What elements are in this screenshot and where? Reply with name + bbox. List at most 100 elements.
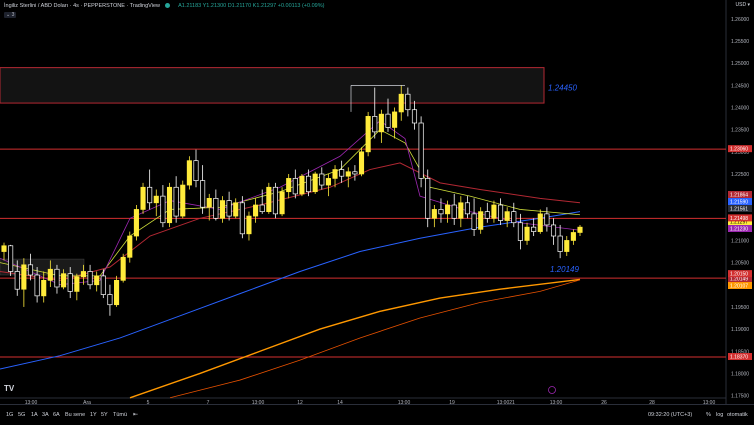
price-badge-label: 1.21561	[730, 207, 748, 213]
clock-timezone[interactable]: 09:32:20 (UTC+3)	[648, 412, 692, 418]
candle-body	[531, 226, 537, 232]
level-badge-label: 1.20150	[730, 272, 748, 278]
chart-legend: İngiliz Sterlini / ABD Doları · 4s · PEP…	[4, 3, 324, 9]
level-badge-label: 1.23060	[730, 147, 748, 153]
candle-body	[200, 180, 206, 208]
y-tick-label: 1.24000	[731, 106, 749, 112]
log-toggle[interactable]: log	[716, 412, 723, 418]
candle-body	[133, 209, 139, 237]
candle-body	[233, 202, 239, 217]
candle-body	[67, 273, 73, 292]
candle-body	[378, 113, 384, 133]
ma-orange2-line	[169, 279, 581, 399]
candle-body	[147, 186, 153, 204]
candle-body	[306, 175, 312, 193]
timeframe-3m[interactable]: 3A	[42, 412, 49, 418]
timeframe-ytd[interactable]: Bu sene	[65, 412, 85, 418]
zone-label: 1.24450	[548, 84, 577, 93]
candle-body	[27, 264, 34, 276]
timeframe-1m[interactable]: 1A	[31, 412, 38, 418]
candle-body	[418, 122, 424, 179]
price-badge-label: 1.21590	[730, 200, 748, 206]
level-badge-label: 1.18370	[730, 355, 748, 361]
candle-body	[345, 171, 351, 177]
price-badge-label: 1.21230	[730, 227, 748, 233]
bottom-toolbar: 1G 5G 1A 3A 6A Bu sene 1Y 5Y Tümü ⇤ 09:3…	[0, 404, 754, 425]
candle-body	[1, 245, 7, 252]
timeframe-5d[interactable]: 5G	[18, 412, 25, 418]
candle-body	[425, 178, 431, 219]
level-badge-label: 1.21498	[730, 216, 748, 222]
y-tick-label: 1.20500	[731, 261, 749, 267]
candle-body	[34, 274, 40, 297]
candle-body	[8, 245, 14, 272]
candle-body	[74, 276, 80, 292]
time-marker-icon	[548, 386, 556, 394]
candle-body	[61, 273, 67, 288]
timeframe-1d[interactable]: 1G	[6, 412, 13, 418]
resistance-zone	[0, 67, 545, 104]
candle-body	[14, 271, 20, 290]
candle-body	[511, 211, 517, 224]
candle-body	[478, 211, 484, 230]
candle-body	[140, 186, 146, 210]
candle-body	[186, 160, 192, 186]
y-tick-label: 1.26000	[731, 17, 749, 23]
y-tick-label: 1.19500	[731, 305, 749, 311]
candle-body	[153, 195, 159, 204]
currency-selector[interactable]: USD ▾	[736, 2, 750, 8]
candle-body	[193, 160, 199, 181]
candle-body	[385, 113, 391, 128]
candle-body	[100, 275, 106, 295]
indicator-collapse-button[interactable]: ⌄ 3	[4, 12, 17, 18]
y-tick-label: 1.21000	[731, 238, 749, 244]
tradingview-logo[interactable]: TV	[4, 384, 14, 393]
price-chart[interactable]: 1.26000 1.25500 1.25000 1.24500 1.24000 1.235…	[0, 0, 754, 424]
candle-body	[352, 171, 358, 175]
candle-body	[577, 226, 583, 233]
candle-body	[498, 204, 504, 221]
candle-body	[550, 224, 557, 237]
candle-body	[332, 169, 338, 179]
candle-body	[47, 268, 53, 281]
ohlc-values: A1.21183 Y1.21300 D1.21170 K1.21297 +0.0…	[178, 3, 325, 9]
candle-body	[312, 173, 318, 193]
candle-body	[173, 186, 179, 217]
timeframe-6m[interactable]: 6A	[53, 412, 60, 418]
timeframe-all[interactable]: Tümü	[113, 412, 127, 418]
ma-orange-line	[129, 278, 581, 399]
indicator-count: 3	[11, 12, 15, 18]
candle-body	[537, 213, 543, 232]
ma-yellow-line	[0, 129, 581, 277]
candle-body	[226, 200, 232, 217]
candle-body	[259, 204, 265, 212]
timeframe-1y[interactable]: 1Y	[90, 412, 97, 418]
candle-body	[544, 213, 550, 226]
candle-body	[299, 175, 305, 195]
candle-body	[160, 195, 166, 224]
candle-body	[114, 279, 120, 306]
candle-body	[127, 235, 133, 258]
y-tick-label: 1.25500	[731, 39, 749, 45]
auto-scale-toggle[interactable]: otomatik	[727, 412, 748, 418]
candle-body	[491, 204, 497, 219]
candle-body	[445, 204, 451, 215]
candle-body	[246, 215, 252, 235]
date-range-icon[interactable]: ⇤	[133, 411, 138, 418]
timeframe-5y[interactable]: 5Y	[101, 412, 108, 418]
percent-toggle[interactable]: %	[706, 412, 711, 418]
candle-body	[517, 222, 523, 241]
candle-body	[471, 213, 477, 230]
candle-body	[87, 271, 93, 286]
candle-body	[438, 209, 444, 215]
candle-body	[398, 93, 404, 113]
candle-body	[431, 209, 437, 219]
symbol-title[interactable]: İngiliz Sterlini / ABD Doları · 4s · PEP…	[4, 3, 160, 9]
candle-body	[206, 198, 212, 208]
candle-body	[372, 116, 378, 133]
candle-body	[80, 271, 86, 278]
candle-body	[564, 240, 570, 252]
candle-body	[524, 226, 530, 241]
candle-body	[570, 232, 576, 241]
candle-body	[272, 186, 278, 215]
